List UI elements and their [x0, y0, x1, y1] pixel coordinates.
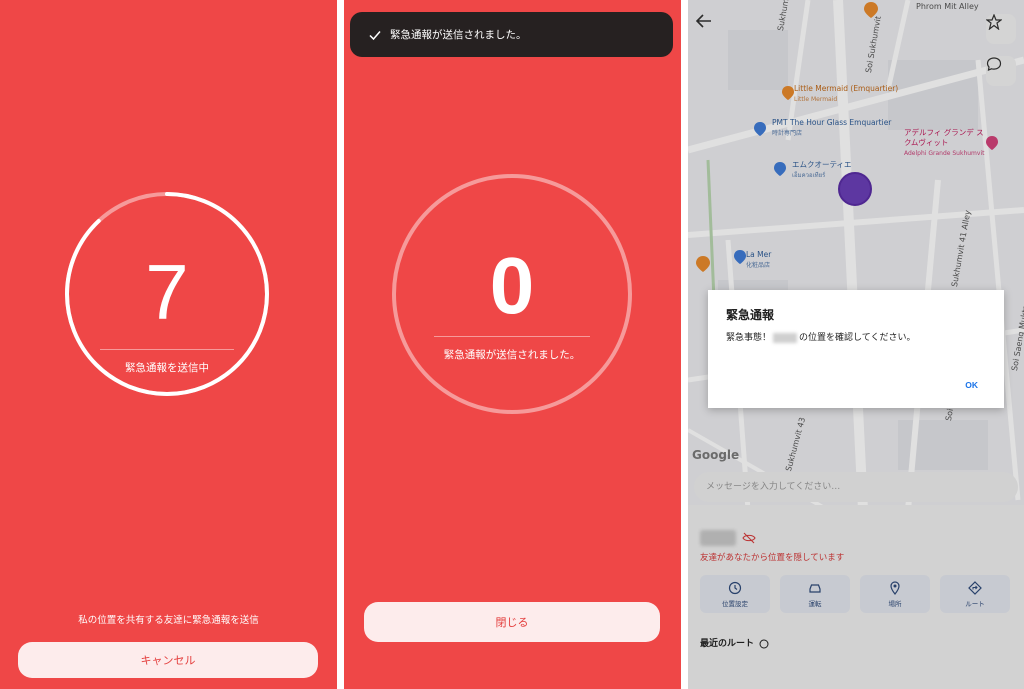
countdown-ring: 7 緊急通報を送信中	[64, 191, 270, 397]
check-icon	[369, 30, 381, 40]
sending-screen: 7 緊急通報を送信中 私の位置を共有する友達に緊急通報を送信 キャンセル	[0, 0, 337, 689]
emergency-dialog: 緊急通報 緊急事態！ の位置を確認してください。 OK	[708, 290, 1004, 408]
sent-screen: 緊急通報が送信されました。 0 緊急通報が送信されました。 閉じる	[344, 0, 681, 689]
sent-toast: 緊急通報が送信されました。	[350, 12, 673, 57]
share-note: 私の位置を共有する友達に緊急通報を送信	[78, 615, 259, 626]
sending-status: 緊急通報を送信中	[125, 362, 209, 374]
ring-divider	[100, 349, 234, 350]
dialog-title: 緊急通報	[726, 308, 775, 322]
cancel-button[interactable]: キャンセル	[18, 642, 318, 678]
countdown-number: 7	[145, 248, 189, 336]
friend-name-redacted	[773, 332, 798, 343]
dialog-message: 緊急事態！ の位置を確認してください。	[726, 332, 916, 343]
ring-divider	[434, 336, 590, 337]
sent-status: 緊急通報が送信されました。	[443, 349, 581, 361]
ok-button[interactable]: OK	[965, 380, 978, 390]
countdown-number: 0	[489, 241, 535, 330]
countdown-ring: 0 緊急通報が送信されました。	[390, 172, 634, 416]
close-button[interactable]: 閉じる	[364, 602, 660, 642]
map-screen: Sukhumvit 35 Phrom Mit Alley Soi Sukhumv…	[688, 0, 1024, 689]
toast-text: 緊急通報が送信されました。	[390, 29, 527, 41]
